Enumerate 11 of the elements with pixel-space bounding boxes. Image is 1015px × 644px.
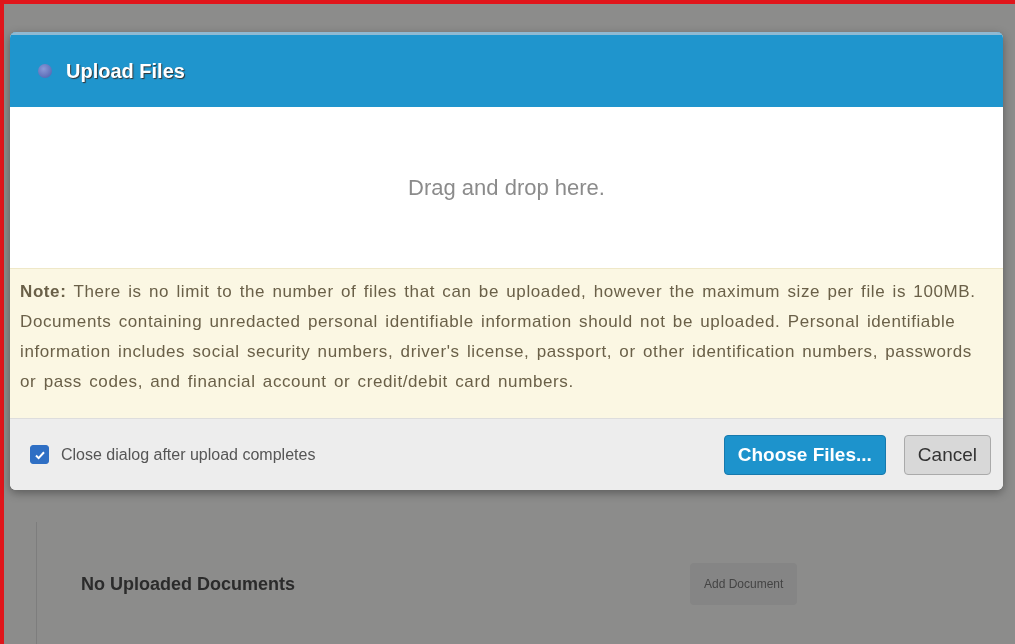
add-document-button[interactable]: Add Document <box>690 563 798 605</box>
drop-zone[interactable]: Drag and drop here. <box>10 107 1003 268</box>
note-text: Note: There is no limit to the number of files that can be uploaded, however the maximum size per file is 100MB. Documents containing unredacted personal identifiable information should not be uploaded. Personal identifiable information includes social security numbers, driver's license, passport, or other identification numbers, passwords or pass codes, and financial account or credit/debit card numbers. <box>20 281 977 393</box>
dialog-title: Upload Files <box>66 59 185 83</box>
circle-icon <box>38 64 52 78</box>
checkbox-label: Close dialog after upload completes <box>61 445 317 464</box>
close-after-upload-checkbox[interactable] <box>30 445 49 464</box>
choose-files-button[interactable]: Choose Files... <box>723 434 886 475</box>
cancel-button[interactable]: Cancel <box>903 434 991 475</box>
empty-documents-text: No Uploaded Documents <box>81 573 296 595</box>
drop-hint: Drag and drop here. <box>408 174 605 201</box>
